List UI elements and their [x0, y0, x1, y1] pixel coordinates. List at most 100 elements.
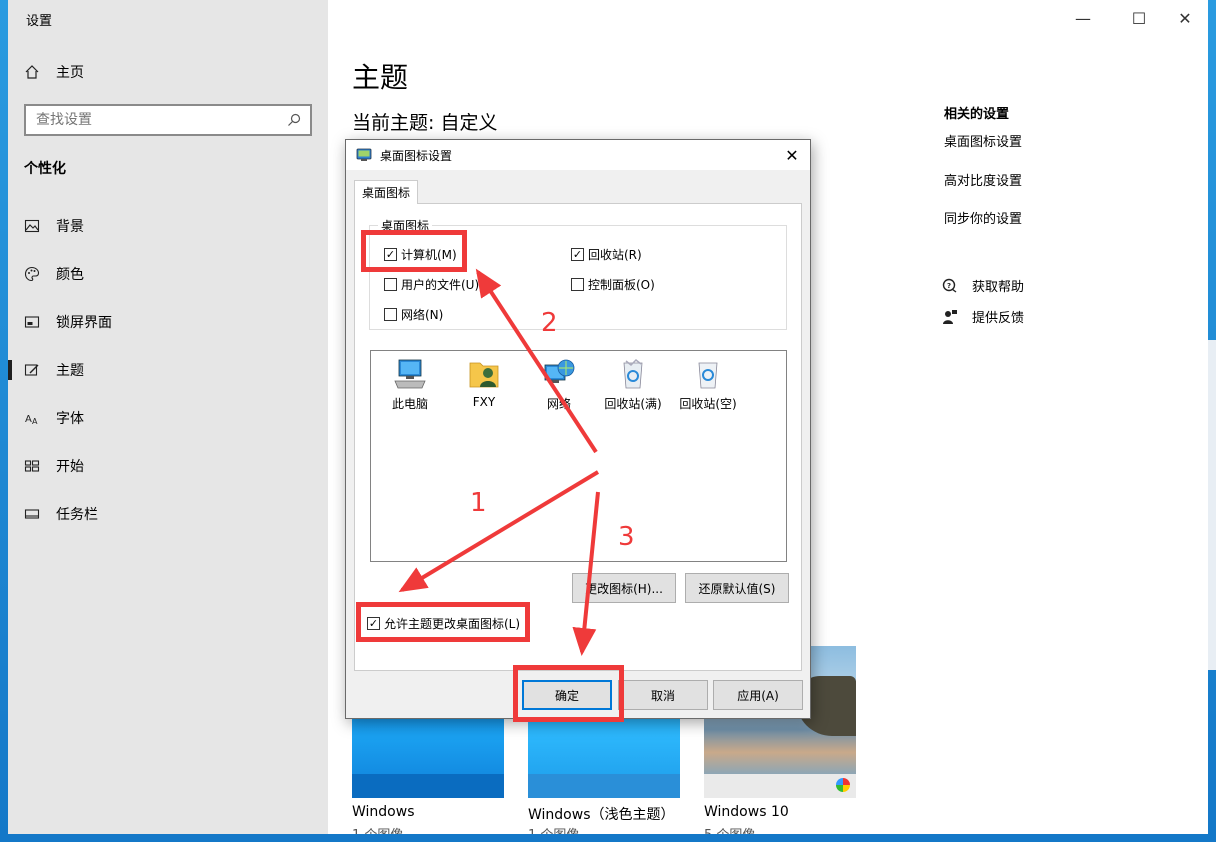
sidebar: 设置 主页 个性化 背景 颜色 锁屏界面	[8, 0, 328, 834]
theme-name: Windows 10	[704, 804, 789, 820]
sidebar-item-background[interactable]: 背景	[8, 202, 328, 250]
sidebar-item-fonts[interactable]: AA 字体	[8, 394, 328, 442]
checkbox-label: 回收站(R)	[588, 248, 642, 262]
checkbox-label: 用户的文件(U)	[401, 278, 480, 292]
checkbox-box[interactable]	[384, 308, 397, 321]
annotation-number: 3	[618, 522, 635, 552]
background-window-edge	[1208, 340, 1216, 670]
lock-screen-icon	[24, 314, 40, 330]
sidebar-item-label: 主题	[56, 363, 84, 379]
page-title: 主题	[352, 61, 409, 94]
dialog-title: 桌面图标设置	[380, 148, 453, 163]
svg-text:A: A	[32, 417, 38, 426]
get-help-link[interactable]: ? 获取帮助	[942, 276, 1024, 295]
icon-item-this-pc[interactable]: 此电脑	[373, 357, 447, 412]
search-input[interactable]	[36, 112, 266, 128]
sidebar-item-label: 锁屏界面	[56, 315, 112, 331]
icon-item-label: FXY	[472, 395, 496, 409]
close-button[interactable]: ✕	[1162, 6, 1208, 30]
checkbox-box[interactable]	[571, 278, 584, 291]
computer-icon	[394, 359, 426, 389]
annotation-number: 2	[541, 308, 558, 338]
sidebar-item-label: 颜色	[56, 267, 84, 283]
checkbox-recycle-bin[interactable]: ✓ 回收站(R)	[571, 246, 642, 263]
nav-list: 背景 颜色 锁屏界面 主题 AA 字体 开始 任务栏	[8, 202, 328, 538]
link-desktop-icon-settings[interactable]: 桌面图标设置	[944, 131, 1022, 150]
palette-icon	[24, 266, 40, 282]
sidebar-item-colors[interactable]: 颜色	[8, 250, 328, 298]
checkbox-control-panel[interactable]: 控制面板(O)	[571, 276, 655, 293]
maximize-button[interactable]: ☐	[1116, 6, 1162, 30]
checkbox-user-files[interactable]: 用户的文件(U)	[384, 276, 479, 293]
current-theme-label: 当前主题: 自定义	[352, 112, 498, 134]
search-icon[interactable]	[286, 112, 302, 128]
feedback-link[interactable]: 提供反馈	[942, 307, 1024, 326]
icon-item-label: 回收站(满)	[604, 397, 662, 411]
checkbox-box[interactable]	[384, 278, 397, 291]
thumb-taskbar	[704, 774, 856, 798]
feedback-icon	[942, 309, 958, 325]
image-icon	[24, 218, 40, 234]
dialog-close-button[interactable]: ✕	[780, 144, 804, 166]
window-title: 设置	[26, 14, 53, 29]
checkbox-box[interactable]: ✓	[571, 248, 584, 261]
minimize-button[interactable]: —	[1060, 6, 1106, 30]
annotation-number: 1	[470, 488, 487, 518]
sidebar-item-taskbar[interactable]: 任务栏	[8, 490, 328, 538]
svg-text:A: A	[25, 414, 32, 425]
svg-text:?: ?	[947, 282, 951, 290]
change-icon-button[interactable]: 更改图标(H)...	[572, 573, 676, 603]
annotation-box-allow-themes	[356, 602, 530, 642]
icon-item-user[interactable]: FXY	[447, 357, 521, 409]
sidebar-item-label: 开始	[56, 459, 84, 475]
font-icon: AA	[24, 410, 40, 426]
annotation-box-ok	[513, 665, 624, 722]
desktop-icon-list[interactable]: 此电脑 FXY 网络 回收站(满) 回收站(空)	[370, 350, 787, 562]
apply-button[interactable]: 应用(A)	[713, 680, 803, 710]
checkbox-label: 网络(N)	[401, 308, 444, 322]
annotation-box-computer	[361, 230, 467, 272]
checkbox-network[interactable]: 网络(N)	[384, 306, 443, 323]
icon-item-label: 网络	[546, 397, 571, 411]
sidebar-item-label: 背景	[56, 219, 84, 235]
restore-default-button[interactable]: 还原默认值(S)	[685, 573, 789, 603]
icon-item-network[interactable]: 网络	[522, 357, 596, 412]
sidebar-item-lock-screen[interactable]: 锁屏界面	[8, 298, 328, 346]
checkbox-label: 控制面板(O)	[588, 278, 655, 292]
sidebar-item-theme[interactable]: 主题	[8, 346, 328, 394]
theme-name: Windows	[352, 804, 415, 820]
recycle-bin-empty-icon	[698, 362, 718, 389]
theme-image-count: 1 个图像	[352, 824, 403, 834]
search-box[interactable]	[24, 104, 312, 136]
theme-image-count: 5 个图像	[704, 824, 755, 834]
dialog-titlebar: 桌面图标设置	[346, 140, 810, 170]
color-wheel-icon	[836, 778, 850, 792]
sidebar-item-start[interactable]: 开始	[8, 442, 328, 490]
link-high-contrast[interactable]: 高对比度设置	[944, 170, 1022, 189]
desktop-settings-icon	[356, 147, 372, 163]
theme-name: Windows（浅色主题）	[528, 807, 675, 823]
icon-item-label: 此电脑	[391, 397, 428, 411]
cancel-button[interactable]: 取消	[618, 680, 708, 710]
tab-desktop-icons[interactable]: 桌面图标	[354, 180, 418, 204]
tab-panel: 桌面图标 ✓ 计算机(M) ✓ 回收站(R) 用户的文件(U) 控制面板(O) …	[354, 203, 802, 671]
home-icon	[24, 64, 40, 80]
section-heading: 个性化	[24, 161, 66, 177]
nav-home[interactable]: 主页	[24, 62, 84, 82]
icon-item-label: 回收站(空)	[679, 397, 737, 411]
feedback-label: 提供反馈	[972, 311, 1025, 326]
theme-icon	[24, 362, 40, 378]
thumb-taskbar	[528, 774, 680, 798]
sidebar-item-label: 字体	[56, 411, 84, 427]
icon-item-recycle-empty[interactable]: 回收站(空)	[671, 357, 745, 412]
help-chat-icon: ?	[942, 278, 958, 294]
user-folder-icon	[469, 362, 499, 388]
thumb-taskbar	[352, 774, 504, 798]
taskbar-icon	[24, 506, 40, 522]
sidebar-item-label: 任务栏	[56, 507, 98, 523]
link-sync-settings[interactable]: 同步你的设置	[944, 208, 1022, 227]
theme-image-count: 1 个图像	[528, 824, 579, 834]
icon-item-recycle-full[interactable]: 回收站(满)	[596, 357, 670, 412]
get-help-label: 获取帮助	[972, 280, 1025, 295]
network-icon	[544, 359, 575, 383]
